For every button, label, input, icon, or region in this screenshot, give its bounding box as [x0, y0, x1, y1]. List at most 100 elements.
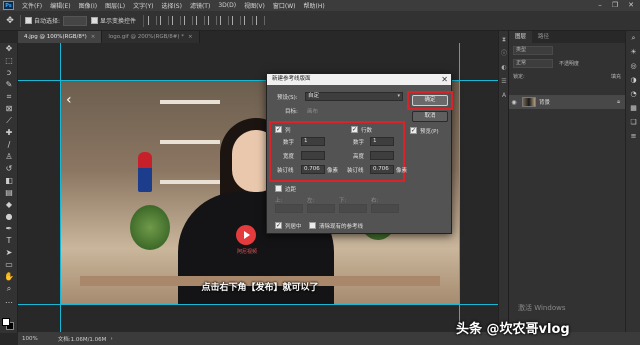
distribute-v-icon[interactable]: [244, 16, 254, 25]
layer-filter-dropdown[interactable]: 类型: [513, 46, 553, 55]
libraries-icon[interactable]: ❏: [626, 115, 640, 129]
align-center-icon[interactable]: [160, 16, 170, 25]
menu-select[interactable]: 选择(S): [157, 1, 186, 10]
healing-brush-icon[interactable]: ✚: [0, 127, 18, 139]
quick-select-tool-icon[interactable]: ✎: [0, 79, 18, 91]
menu-3d[interactable]: 3D(D): [214, 2, 240, 9]
type-tool-icon[interactable]: T: [0, 235, 18, 247]
columns-gutter-input[interactable]: 0.706: [301, 165, 325, 174]
guide-vertical-left[interactable]: [60, 43, 61, 332]
swatches-icon[interactable]: ▦: [626, 101, 640, 115]
guide-horizontal-bottom[interactable]: [18, 304, 498, 305]
layer-filter-row: 类型: [513, 45, 621, 56]
hand-tool-icon[interactable]: ✋: [0, 271, 18, 283]
auto-select-label: 自动选择:: [34, 18, 61, 25]
rows-checkbox[interactable]: ✓: [351, 126, 358, 133]
pen-tool-icon[interactable]: ✒: [0, 223, 18, 235]
menu-layer[interactable]: 图层(L): [101, 1, 129, 10]
status-arrow-icon[interactable]: ›: [110, 336, 112, 342]
menu-bar: Ps 文件(F) 编辑(E) 图像(I) 图层(L) 文字(Y) 选择(S) 滤…: [0, 0, 640, 11]
menu-window[interactable]: 窗口(W): [269, 1, 300, 10]
blend-mode-dropdown[interactable]: 正常: [513, 59, 553, 68]
menu-image[interactable]: 图像(I): [75, 1, 101, 10]
adjustments-icon[interactable]: ◑: [626, 73, 640, 87]
history-brush-icon[interactable]: ↺: [0, 163, 18, 175]
tab-layers[interactable]: 图层: [509, 31, 533, 43]
close-tab-icon[interactable]: ×: [188, 34, 193, 40]
distribute-icon[interactable]: [220, 16, 230, 25]
move-tool-icon[interactable]: ✥: [0, 43, 18, 55]
align-middle-icon[interactable]: [196, 16, 206, 25]
rows-count-input[interactable]: 1: [370, 137, 394, 146]
cancel-button[interactable]: 取消: [412, 111, 448, 122]
eye-icon[interactable]: ◉: [509, 99, 519, 106]
close-window-button[interactable]: ✕: [625, 1, 637, 10]
tab-logo-gif[interactable]: logo.gif @ 200%(RGB/8#) * ×: [102, 31, 200, 43]
menu-view[interactable]: 视图(V): [240, 1, 269, 10]
lightbulb-icon[interactable]: ☀: [626, 45, 640, 59]
layer-row-background[interactable]: ◉ 背景 🔒︎: [509, 95, 626, 109]
align-right-icon[interactable]: [172, 16, 182, 25]
marquee-tool-icon[interactable]: ⬚: [0, 55, 18, 67]
eyedropper-tool-icon[interactable]: ⟋: [0, 115, 18, 127]
margin-checkbox[interactable]: [275, 185, 282, 192]
minimize-button[interactable]: –: [594, 1, 606, 10]
crop-tool-icon[interactable]: ⌗: [0, 91, 18, 103]
margin-right-input[interactable]: [371, 204, 399, 213]
align-left-icon[interactable]: [148, 16, 158, 25]
margin-top-input[interactable]: [275, 204, 303, 213]
rows-label: 行数: [361, 128, 373, 134]
gradient-tool-icon[interactable]: ▤: [0, 187, 18, 199]
rows-gutter-input[interactable]: 0.706: [370, 165, 394, 174]
restore-button[interactable]: ❐: [609, 1, 621, 10]
close-tab-icon[interactable]: ×: [91, 34, 96, 40]
preset-dropdown[interactable]: 自定 ▾: [305, 92, 403, 101]
properties-icon[interactable]: ≡: [626, 129, 640, 143]
shape-tool-icon[interactable]: ▭: [0, 259, 18, 271]
menu-file[interactable]: 文件(F): [18, 1, 46, 10]
frame-tool-icon[interactable]: ⊠: [0, 103, 18, 115]
dodge-tool-icon[interactable]: ●: [0, 211, 18, 223]
lasso-tool-icon[interactable]: ↄ: [0, 67, 18, 79]
margin-left-input[interactable]: [307, 204, 335, 213]
align-bottom-icon[interactable]: [208, 16, 218, 25]
tab-4-jpg[interactable]: 4.jpg @ 100%(RGB/8*) ×: [18, 31, 103, 43]
auto-select-checkbox[interactable]: [25, 17, 32, 24]
margin-bottom-input[interactable]: [339, 204, 367, 213]
guide-vertical-right[interactable]: [459, 43, 460, 332]
more-options-icon[interactable]: [256, 16, 266, 25]
menu-filter[interactable]: 滤镜(T): [186, 1, 214, 10]
search-icon[interactable]: ⌕: [626, 31, 640, 45]
more-tools-icon[interactable]: …: [0, 295, 18, 307]
show-transform-checkbox[interactable]: [91, 17, 99, 24]
rows-height-input[interactable]: [370, 151, 394, 160]
preview-checkbox[interactable]: ✓: [410, 127, 417, 134]
auto-select-dropdown[interactable]: [63, 15, 88, 26]
channels-icon[interactable]: ◎: [626, 59, 640, 73]
lock-label: 锁定:: [513, 74, 525, 80]
stamp-tool-icon[interactable]: ♙: [0, 151, 18, 163]
menu-help[interactable]: 帮助(H): [300, 1, 329, 10]
columns-count-input[interactable]: 1: [301, 137, 325, 146]
clear-existing-label: 清除现有的参考线: [319, 224, 364, 230]
close-icon[interactable]: ✕: [441, 74, 448, 85]
align-top-icon[interactable]: [184, 16, 194, 25]
move-tool-icon[interactable]: ✥: [4, 15, 16, 27]
center-columns-checkbox[interactable]: ✓: [275, 222, 282, 229]
zoom-tool-icon[interactable]: ⌕: [0, 283, 18, 295]
distribute-h-icon[interactable]: [232, 16, 242, 25]
columns-checkbox[interactable]: ✓: [275, 126, 282, 133]
activate-windows-text: 激活 Windows: [518, 304, 566, 312]
columns-width-input[interactable]: [301, 151, 325, 160]
zoom-level[interactable]: 100%: [22, 336, 38, 342]
path-select-icon[interactable]: ➤: [0, 247, 18, 259]
styles-icon[interactable]: ◔: [626, 87, 640, 101]
menu-edit[interactable]: 编辑(E): [46, 1, 74, 10]
menu-type[interactable]: 文字(Y): [129, 1, 157, 10]
clear-existing-checkbox[interactable]: [309, 222, 316, 229]
blur-tool-icon[interactable]: ◆: [0, 199, 18, 211]
tab-paths[interactable]: 路径: [532, 31, 555, 43]
foreground-color-swatch[interactable]: [2, 318, 10, 326]
eraser-tool-icon[interactable]: ◧: [0, 175, 18, 187]
brush-tool-icon[interactable]: ∕: [0, 139, 18, 151]
